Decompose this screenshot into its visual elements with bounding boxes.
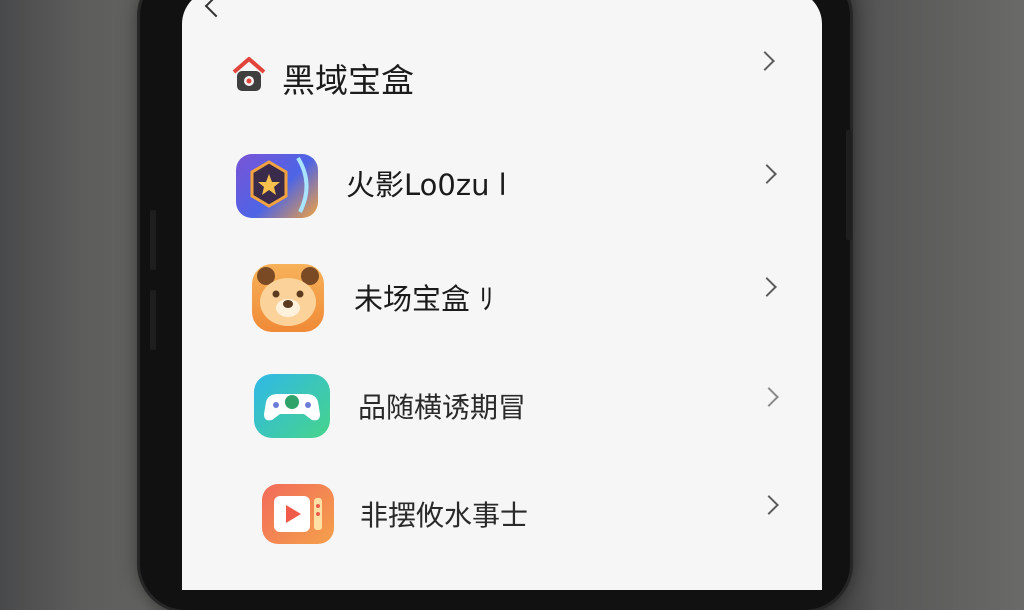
chevron-right-icon bbox=[757, 277, 777, 297]
bear-face-icon bbox=[252, 264, 324, 332]
list-item-label: 品随横诱期冒 bbox=[358, 391, 527, 424]
list-item-app-5[interactable]: 非摆攸水事士 bbox=[182, 478, 822, 578]
volume-button bbox=[150, 290, 156, 350]
star-badge-icon bbox=[236, 154, 318, 218]
list-item-label: 黑域宝盒 bbox=[282, 61, 414, 100]
list-item-app-2[interactable]: 火影Lo0zu l bbox=[182, 140, 822, 240]
chevron-left-icon[interactable] bbox=[204, 0, 228, 18]
gamepad-icon bbox=[254, 374, 330, 438]
list-item-heiyu-box[interactable]: 黑域宝盒 bbox=[182, 24, 822, 124]
list-item-label: 火影Lo0zu l bbox=[346, 168, 507, 202]
list-item-app-3[interactable]: 未场宝盒 ﾘ bbox=[182, 256, 822, 356]
list-item-label: 非摆攸水事士 bbox=[360, 499, 529, 532]
chevron-right-icon bbox=[755, 51, 775, 71]
chevron-right-icon bbox=[757, 164, 777, 184]
list-item-app-4[interactable]: 品随横诱期冒 bbox=[182, 368, 822, 468]
volume-button bbox=[150, 210, 156, 270]
list-item-label: 未场宝盒 ﾘ bbox=[354, 282, 494, 316]
power-button bbox=[846, 130, 852, 240]
chevron-right-icon bbox=[759, 495, 779, 515]
house-icon bbox=[232, 57, 266, 91]
phone-screen: 黑域宝盒 火影Lo0zu l 未场宝盒 ﾘ 品随横诱期冒 非摆攸水事士 bbox=[182, 0, 822, 590]
video-play-icon bbox=[262, 484, 334, 544]
chevron-right-icon bbox=[759, 387, 779, 407]
